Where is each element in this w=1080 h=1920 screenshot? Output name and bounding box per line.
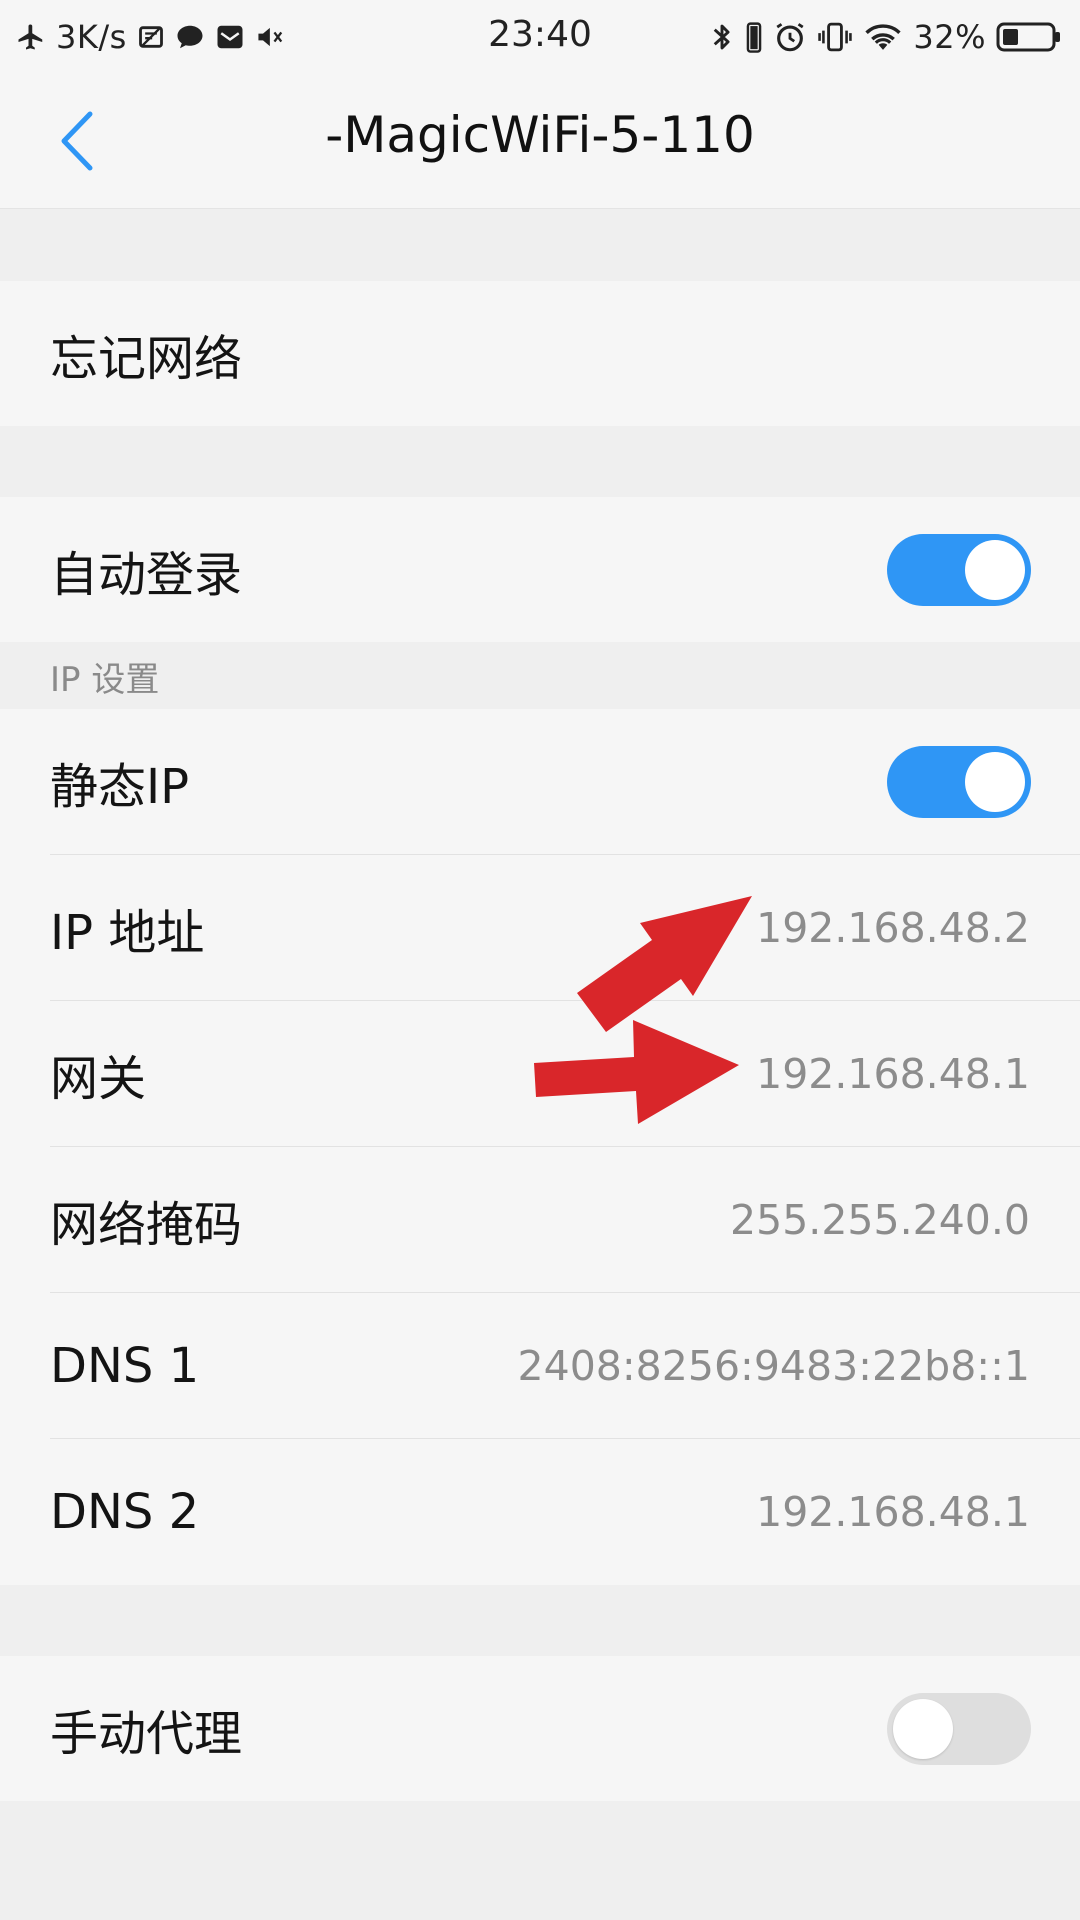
netmask-value: 255.255.240.0	[730, 1196, 1030, 1244]
battery-saver-icon	[745, 20, 763, 54]
toggle-knob	[965, 752, 1025, 812]
toggle-knob	[893, 1698, 953, 1759]
static-ip-label: 静态IP	[50, 759, 190, 815]
header: -MagicWiFi-5-110	[0, 74, 1080, 209]
battery-icon	[996, 20, 1062, 54]
gateway-value: 192.168.48.1	[756, 1050, 1030, 1098]
forget-network-row[interactable]: 忘记网络	[0, 281, 1080, 426]
auto-login-toggle[interactable]	[887, 533, 1031, 606]
netmask-row[interactable]: 网络掩码 255.255.240.0	[0, 1147, 1080, 1293]
ip-address-label: IP 地址	[50, 905, 205, 961]
ip-address-value: 192.168.48.2	[756, 904, 1030, 952]
forget-network-label: 忘记网络	[50, 330, 243, 387]
status-bar: 3K/s 23:40 32%	[0, 0, 1080, 74]
gateway-row[interactable]: 网关 192.168.48.1	[0, 1001, 1080, 1147]
dns2-label: DNS 2	[50, 1484, 200, 1540]
manual-proxy-row: 手动代理	[0, 1656, 1080, 1801]
battery-percent: 32%	[913, 18, 986, 56]
static-ip-row: 静态IP	[0, 709, 1080, 855]
back-button[interactable]	[44, 108, 108, 174]
bluetooth-icon	[709, 20, 735, 54]
ip-address-row[interactable]: IP 地址 192.168.48.2	[0, 855, 1080, 1001]
chevron-left-icon	[61, 111, 93, 171]
page-title: -MagicWiFi-5-110	[325, 106, 755, 164]
manual-proxy-label: 手动代理	[50, 1705, 243, 1762]
gateway-label: 网关	[50, 1051, 147, 1107]
auto-login-row: 自动登录	[0, 497, 1080, 642]
battery-fill	[1003, 29, 1018, 45]
netmask-label: 网络掩码	[50, 1197, 243, 1253]
vibrate-icon	[817, 20, 853, 54]
manual-proxy-toggle[interactable]	[887, 1692, 1031, 1765]
dns1-label: DNS 1	[50, 1338, 200, 1394]
dns1-row[interactable]: DNS 1 2408:8256:9483:22b8::1	[0, 1293, 1080, 1439]
dns1-value: 2408:8256:9483:22b8::1	[517, 1342, 1030, 1390]
wifi-icon	[863, 21, 903, 53]
ip-settings-section-label: IP 设置	[50, 660, 160, 700]
auto-login-label: 自动登录	[50, 546, 243, 603]
static-ip-toggle[interactable]	[887, 746, 1031, 818]
dns2-value: 192.168.48.1	[756, 1488, 1030, 1536]
alarm-icon	[773, 20, 807, 54]
dns2-row[interactable]: DNS 2 192.168.48.1	[0, 1439, 1080, 1585]
toggle-knob	[965, 539, 1025, 600]
status-bar-right: 32%	[709, 14, 1062, 60]
